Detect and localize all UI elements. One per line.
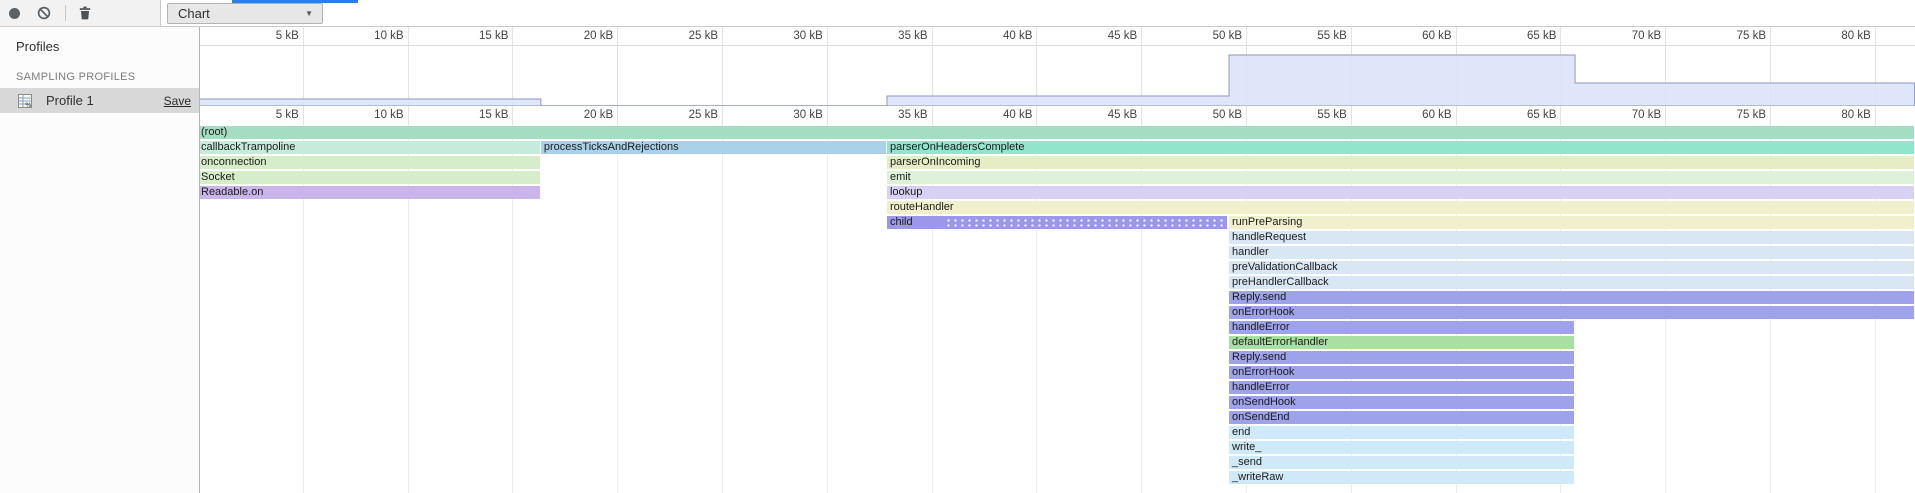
axis-tick-label: 55 kB	[1281, 109, 1347, 121]
flame-frame-parseronheaderscomplete[interactable]: parserOnHeadersComplete	[887, 141, 1914, 154]
overview-area	[200, 55, 1915, 106]
axis-tick-label: 5 kB	[233, 109, 299, 121]
flame-frame-prehandlercallback[interactable]: preHandlerCallback	[1229, 276, 1914, 289]
axis-tick-label: 15 kB	[442, 30, 508, 42]
toolbar-left-section	[0, 0, 161, 26]
axis-tick-label: 15 kB	[442, 109, 508, 121]
axis-tick-label: 40 kB	[966, 30, 1032, 42]
axis-tick-label: 60 kB	[1386, 30, 1452, 42]
flame-frame-emit[interactable]: emit	[887, 171, 1914, 184]
clear-all-icon[interactable]	[36, 5, 52, 21]
svg-text:%: %	[25, 101, 31, 109]
flame-frame-defaulterrorhandler[interactable]: defaultErrorHandler	[1229, 336, 1574, 349]
flame-frame-handleerror[interactable]: handleError	[1229, 321, 1574, 334]
flame-frame-onsendend[interactable]: onSendEnd	[1229, 411, 1574, 424]
axis-tick-label: 40 kB	[966, 109, 1032, 121]
save-profile-link[interactable]: Save	[164, 94, 191, 108]
flame-frame-runpreparsing[interactable]: runPreParsing	[1229, 216, 1914, 229]
chevron-down-icon: ▼	[305, 9, 322, 18]
toolbar-divider	[65, 5, 66, 21]
flame-frame-onerrorhook[interactable]: onErrorHook	[1229, 306, 1914, 319]
flame-frame-onconnection[interactable]: onconnection	[200, 156, 540, 169]
axis-tick-label: 25 kB	[652, 30, 718, 42]
flame-frame-handleerror[interactable]: handleError	[1229, 381, 1574, 394]
axis-tick-label: 60 kB	[1386, 109, 1452, 121]
profile-name: Profile 1	[46, 93, 164, 108]
flame-frame-readable-on[interactable]: Readable.on	[200, 186, 540, 199]
axis-tick-label: 10 kB	[338, 30, 404, 42]
flame-frame-send[interactable]: _send	[1229, 456, 1574, 469]
flame-graph: (root) callbackTrampolineprocessTicksAndR…	[200, 125, 1915, 493]
axis-tick-label: 70 kB	[1595, 30, 1661, 42]
view-mode-value: Chart	[168, 6, 305, 21]
flame-frame-lookup[interactable]: lookup	[887, 186, 1914, 199]
axis-tick-label: 50 kB	[1176, 109, 1242, 121]
view-mode-select[interactable]: Chart ▼	[167, 3, 323, 24]
axis-tick-label: 45 kB	[1071, 30, 1137, 42]
flame-chart-pane: 5 kB 10 kB 15 kB 20 kB 25 kB 30 kB 35 kB 40 kB 4…	[200, 27, 1915, 493]
axis-tick-label: 65 kB	[1490, 30, 1556, 42]
axis-tick-label: 55 kB	[1281, 30, 1347, 42]
record-icon[interactable]	[9, 8, 20, 19]
flame-frame-callbacktrampoline[interactable]: callbackTrampoline	[200, 141, 540, 154]
flame-frame-root[interactable]: (root)	[200, 126, 1914, 139]
axis-tick-label: 75 kB	[1700, 30, 1766, 42]
flame-frame-routehandler[interactable]: routeHandler	[887, 201, 1914, 214]
axis-tick-label: 80 kB	[1805, 30, 1871, 42]
axis-tick-label: 35 kB	[862, 30, 928, 42]
toolbar: Chart ▼	[0, 0, 1915, 27]
flame-frame-handler[interactable]: handler	[1229, 246, 1914, 259]
trash-icon[interactable]	[77, 5, 93, 21]
axis-tick-label: 10 kB	[338, 109, 404, 121]
sidebar-section-heading: SAMPLING PROFILES	[16, 71, 135, 83]
axis-top: 5 kB 10 kB 15 kB 20 kB 25 kB 30 kB 35 kB 40 kB 4…	[200, 27, 1915, 46]
axis-tick-label: 5 kB	[233, 30, 299, 42]
axis-tick-label: 80 kB	[1805, 109, 1871, 121]
flame-frame-handlerequest[interactable]: handleRequest	[1229, 231, 1914, 244]
sidebar-title: Profiles	[16, 39, 59, 54]
axis-tick-label: 70 kB	[1595, 109, 1661, 121]
axis-tick-label: 20 kB	[547, 109, 613, 121]
flame-frame-onsendhook[interactable]: onSendHook	[1229, 396, 1574, 409]
flame-frame-reply-send[interactable]: Reply.send	[1229, 351, 1574, 364]
axis-tick-label: 50 kB	[1176, 30, 1242, 42]
axis-tick-label: 75 kB	[1700, 109, 1766, 121]
profile-table-icon: %	[17, 93, 33, 109]
flame-frame-write[interactable]: write_	[1229, 441, 1574, 454]
axis-tick-label: 30 kB	[757, 109, 823, 121]
axis-tick-label: 20 kB	[547, 30, 613, 42]
axis-tick-label: 30 kB	[757, 30, 823, 42]
sidebar: Profiles SAMPLING PROFILES % Profile 1 S…	[0, 27, 200, 493]
axis-tick-label: 45 kB	[1071, 109, 1137, 121]
flame-frame-reply-send[interactable]: Reply.send	[1229, 291, 1914, 304]
flame-frame-processticksandrejections[interactable]: processTicksAndRejections	[541, 141, 886, 154]
axis-tick-label: 35 kB	[862, 109, 928, 121]
axis-tick-label: 25 kB	[652, 109, 718, 121]
flame-frame-writeraw[interactable]: _writeRaw	[1229, 471, 1574, 484]
memory-overview[interactable]	[200, 46, 1915, 106]
flame-frame-prevalidationcallback[interactable]: preValidationCallback	[1229, 261, 1914, 274]
flame-frame-onerrorhook[interactable]: onErrorHook	[1229, 366, 1574, 379]
axis-bottom: 5 kB 10 kB 15 kB 20 kB 25 kB 30 kB 35 kB 40 kB 4…	[200, 106, 1915, 125]
axis-tick-label: 65 kB	[1490, 109, 1556, 121]
flame-frame-parseronincoming[interactable]: parserOnIncoming	[887, 156, 1914, 169]
flame-frame-end[interactable]: end	[1229, 426, 1574, 439]
flame-frame-socket[interactable]: Socket	[200, 171, 540, 184]
profiler-panel: Chart ▼ Profiles SAMPLING PROFILES % Pro…	[0, 0, 1915, 493]
sidebar-item-profile-1[interactable]: % Profile 1 Save	[0, 88, 199, 113]
flame-frame-child[interactable]: child	[887, 216, 1227, 229]
